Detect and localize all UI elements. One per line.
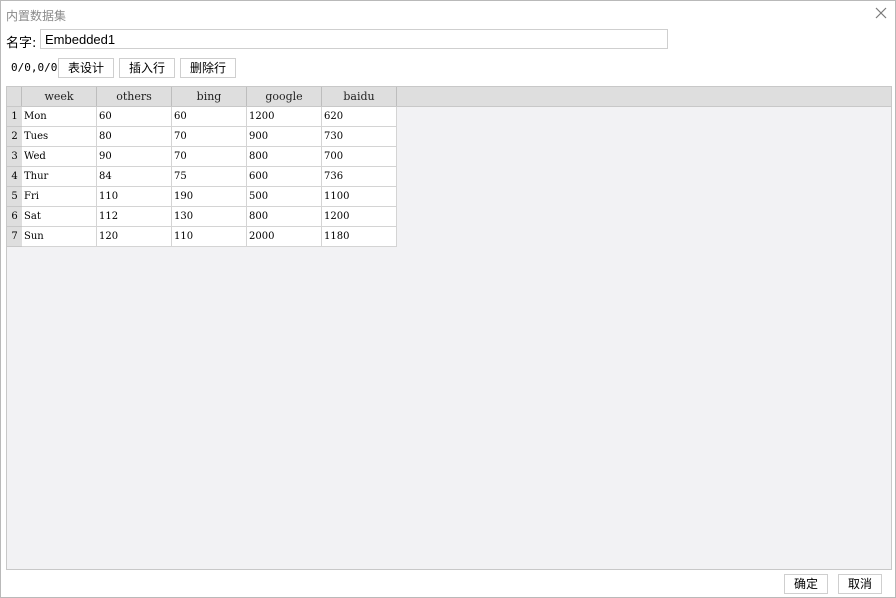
table-cell[interactable]: 112 <box>97 207 172 227</box>
insert-row-button[interactable]: 插入行 <box>119 58 175 78</box>
table-cell[interactable]: Mon <box>22 107 97 127</box>
row-number[interactable]: 4 <box>7 167 22 187</box>
embedded-dataset-dialog: 内置数据集 名字: 0/0,0/0 表设计 插入行 删除行 week other… <box>0 0 896 598</box>
cancel-button[interactable]: 取消 <box>838 574 882 594</box>
window-title: 内置数据集 <box>6 9 67 23</box>
table-cell[interactable]: 130 <box>172 207 247 227</box>
column-header-baidu[interactable]: baidu <box>322 87 397 106</box>
table-cell[interactable]: 70 <box>172 127 247 147</box>
table-cell[interactable]: 736 <box>322 167 397 187</box>
data-grid: week others bing google baidu 1 Mon 60 6… <box>6 86 892 570</box>
table-cell[interactable]: 70 <box>172 147 247 167</box>
close-icon[interactable] <box>874 6 888 20</box>
row-number[interactable]: 1 <box>7 107 22 127</box>
title-bar: 内置数据集 <box>1 1 895 27</box>
name-label: 名字: <box>6 36 37 51</box>
table-design-button[interactable]: 表设计 <box>58 58 114 78</box>
delete-row-button[interactable]: 删除行 <box>180 58 236 78</box>
row-number[interactable]: 5 <box>7 187 22 207</box>
table-cell[interactable]: 2000 <box>247 227 322 247</box>
table-cell[interactable]: 600 <box>247 167 322 187</box>
column-header-google[interactable]: google <box>247 87 322 106</box>
table-cell[interactable]: 500 <box>247 187 322 207</box>
table-cell[interactable]: 800 <box>247 147 322 167</box>
table-cell[interactable]: Fri <box>22 187 97 207</box>
column-header-bing[interactable]: bing <box>172 87 247 106</box>
table-cell[interactable]: 75 <box>172 167 247 187</box>
column-header-others[interactable]: others <box>97 87 172 106</box>
grid-header: week others bing google baidu <box>7 87 891 107</box>
table-cell[interactable]: 620 <box>322 107 397 127</box>
corner-header <box>7 87 22 106</box>
table-cell[interactable]: 900 <box>247 127 322 147</box>
cell-position-indicator: 0/0,0/0 <box>11 61 58 74</box>
table-cell[interactable]: 80 <box>97 127 172 147</box>
table-cell[interactable]: 110 <box>97 187 172 207</box>
table-cell[interactable]: Tues <box>22 127 97 147</box>
table-cell[interactable]: 190 <box>172 187 247 207</box>
row-number[interactable]: 6 <box>7 207 22 227</box>
name-input[interactable] <box>40 29 668 49</box>
table-cell[interactable]: 120 <box>97 227 172 247</box>
table-cell[interactable]: Wed <box>22 147 97 167</box>
table-cell[interactable]: 730 <box>322 127 397 147</box>
table-cell[interactable]: Sun <box>22 227 97 247</box>
table-cell[interactable]: 110 <box>172 227 247 247</box>
row-number[interactable]: 2 <box>7 127 22 147</box>
table-cell[interactable]: 60 <box>172 107 247 127</box>
table-cell[interactable]: 1200 <box>247 107 322 127</box>
row-number[interactable]: 3 <box>7 147 22 167</box>
table-cell[interactable]: 1200 <box>322 207 397 227</box>
table-cell[interactable]: 800 <box>247 207 322 227</box>
column-header-week[interactable]: week <box>22 87 97 106</box>
table-cell[interactable]: 90 <box>97 147 172 167</box>
table-cell[interactable]: 60 <box>97 107 172 127</box>
table-cell[interactable]: 84 <box>97 167 172 187</box>
table-cell[interactable]: Sat <box>22 207 97 227</box>
table-cell[interactable]: 1100 <box>322 187 397 207</box>
table-cell[interactable]: 1180 <box>322 227 397 247</box>
row-number[interactable]: 7 <box>7 227 22 247</box>
table-cell[interactable]: 700 <box>322 147 397 167</box>
ok-button[interactable]: 确定 <box>784 574 828 594</box>
table-cell[interactable]: Thur <box>22 167 97 187</box>
